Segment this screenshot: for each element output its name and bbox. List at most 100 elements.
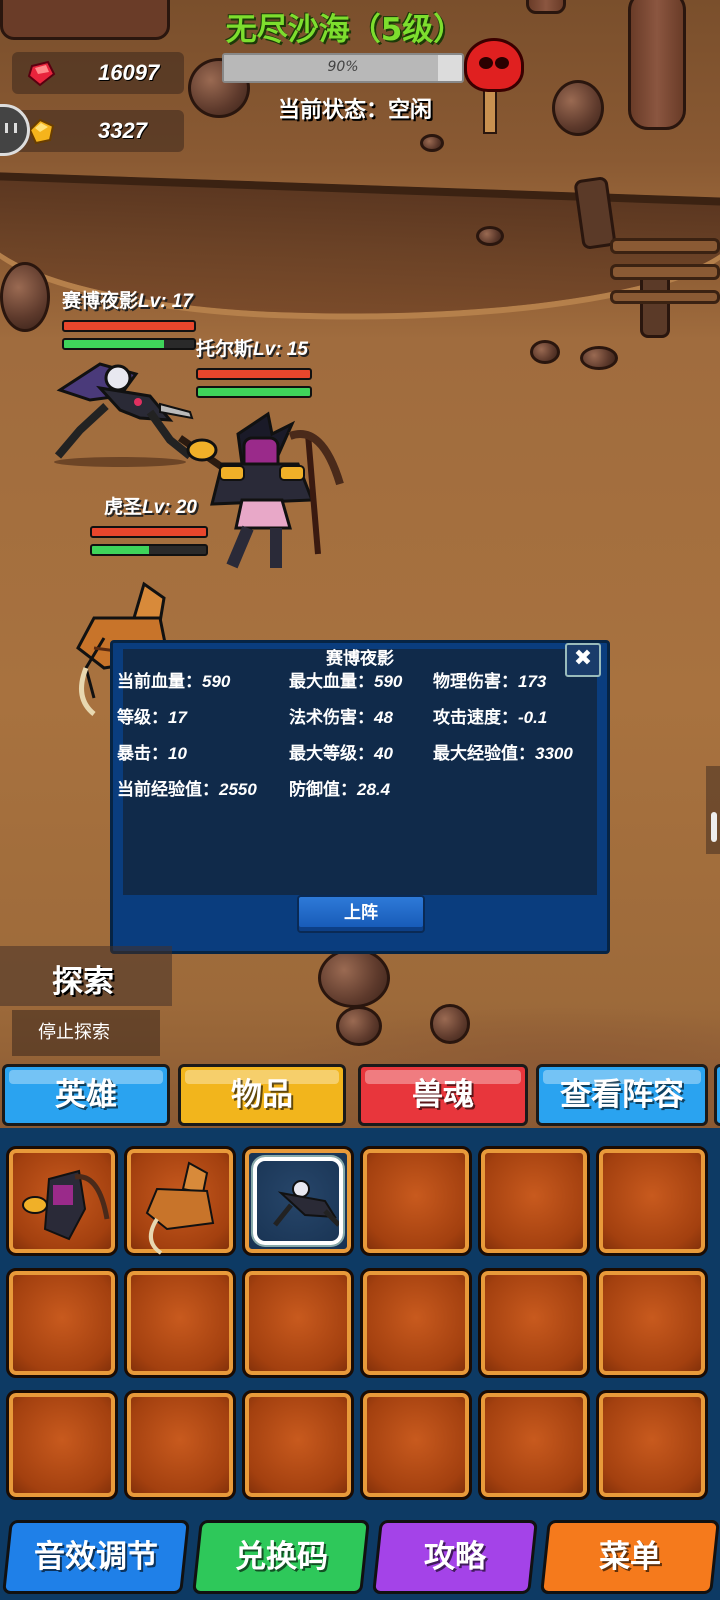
pebble xyxy=(530,340,560,364)
inventory-slot-empty[interactable] xyxy=(242,1390,354,1500)
inventory-slot-empty[interactable] xyxy=(478,1268,590,1378)
hero-info-dialog: 赛博夜影 ✖ 当前血量：590 最大血量：590 物理伤害：173 等级：17 … xyxy=(110,640,610,954)
face-icon xyxy=(5,123,17,133)
gold-crystal-icon xyxy=(28,118,55,145)
button-label: 兑换码 xyxy=(234,1539,328,1575)
inventory-slot-empty[interactable] xyxy=(124,1268,236,1378)
hero-level: Lv: 17 xyxy=(138,291,193,312)
stat-current-exp: 当前经验值：2550 xyxy=(117,775,257,800)
red-gem-icon xyxy=(27,60,56,87)
hero-xp-bar xyxy=(196,386,312,398)
hero-xp-bar xyxy=(90,544,208,556)
slot-hero-cyber-nightshade-portrait[interactable] xyxy=(242,1146,354,1256)
stone-pillar xyxy=(526,0,566,14)
rock xyxy=(318,948,390,1008)
stat-level: 等级：17 xyxy=(117,703,187,728)
cliff-wall xyxy=(0,0,170,40)
stat-magic-damage: 法术伤害：48 xyxy=(289,703,393,728)
stat-max-exp: 最大经验值：3300 xyxy=(433,739,573,764)
gold-value: 3327 xyxy=(98,118,147,143)
tab-items[interactable]: 物品 xyxy=(178,1064,346,1126)
button-label: 攻略 xyxy=(424,1539,486,1575)
button-label: 菜单 xyxy=(599,1539,661,1575)
stat-label: 防御值： xyxy=(289,780,357,800)
inventory-slot-empty[interactable] xyxy=(478,1390,590,1500)
inventory-slot-empty[interactable] xyxy=(596,1146,708,1256)
inventory-slot-empty[interactable] xyxy=(242,1268,354,1378)
menu-button[interactable]: 菜单 xyxy=(540,1520,720,1594)
stat-physical-damage: 物理伤害：173 xyxy=(433,667,546,692)
stone-pillar xyxy=(628,0,686,130)
hero-hp-bar xyxy=(62,320,196,332)
fence-rail xyxy=(610,238,720,254)
thors-sprite[interactable] xyxy=(172,404,352,584)
current-status: 当前状态：空闲 xyxy=(277,98,432,123)
side-menu-button[interactable] xyxy=(0,104,30,156)
tab-overflow[interactable] xyxy=(714,1064,720,1126)
tab-label: 查看阵容 xyxy=(560,1077,684,1113)
inventory-slot-empty[interactable] xyxy=(478,1146,590,1256)
inventory-slot-empty[interactable] xyxy=(6,1390,118,1500)
explore-title: 探索 xyxy=(52,964,114,1000)
stat-label: 攻击速度： xyxy=(433,708,518,728)
stat-value: 40 xyxy=(374,744,393,763)
rock xyxy=(552,80,604,136)
rock xyxy=(430,1004,470,1044)
stat-value: 10 xyxy=(168,744,187,763)
hero-name: 虎圣 xyxy=(104,496,143,518)
xp-fill xyxy=(64,340,165,348)
stat-max-hp: 最大血量：590 xyxy=(289,667,402,692)
slot-hero-tiger-saint-portrait[interactable] xyxy=(124,1146,236,1256)
hero-hp-bar xyxy=(90,526,208,538)
rock xyxy=(336,1006,382,1046)
hero-name: 赛博夜影 xyxy=(62,290,139,312)
button-label: 音效调节 xyxy=(34,1539,158,1575)
boss-skull-icon[interactable] xyxy=(464,38,524,92)
close-button[interactable]: ✖ xyxy=(565,643,601,677)
close-icon: ✖ xyxy=(573,646,593,671)
inventory-slot-empty[interactable] xyxy=(596,1390,708,1500)
guide-button[interactable]: 攻略 xyxy=(372,1520,538,1594)
stat-label: 最大等级： xyxy=(289,744,374,764)
deploy-button[interactable]: 上阵 xyxy=(297,895,425,933)
tab-view-lineup[interactable]: 查看阵容 xyxy=(536,1064,708,1126)
right-side-scroll-tab[interactable] xyxy=(706,766,720,854)
stat-value: 173 xyxy=(518,672,547,691)
stat-attack-speed: 攻击速度：-0.1 xyxy=(433,703,547,728)
stat-value: 590 xyxy=(374,672,403,691)
tab-label: 兽魂 xyxy=(412,1077,474,1113)
stat-label: 当前血量： xyxy=(117,672,202,692)
sound-settings-button[interactable]: 音效调节 xyxy=(2,1520,190,1594)
inventory-slot-empty[interactable] xyxy=(360,1390,472,1500)
inventory-slot-empty[interactable] xyxy=(360,1146,472,1256)
stat-label: 当前经验值： xyxy=(117,780,219,800)
tab-beast-soul[interactable]: 兽魂 xyxy=(358,1064,528,1126)
inventory-slot-empty[interactable] xyxy=(6,1268,118,1378)
stat-value: 590 xyxy=(202,672,231,691)
dialog-title: 赛博夜影 xyxy=(326,649,394,669)
progress-label: 90% xyxy=(327,59,359,75)
stat-max-level: 最大等级：40 xyxy=(289,739,393,764)
stop-explore-button[interactable]: 停止探索 xyxy=(12,1010,160,1056)
fence-rail xyxy=(610,290,720,304)
hp-fill xyxy=(198,370,310,378)
slot-hero-thors-portrait[interactable] xyxy=(6,1146,118,1256)
xp-fill xyxy=(198,388,310,396)
redeem-code-button[interactable]: 兑换码 xyxy=(192,1520,370,1594)
hero-name: 托尔斯 xyxy=(196,338,254,360)
inventory-slot-empty[interactable] xyxy=(596,1268,708,1378)
stat-label: 暴击： xyxy=(117,744,168,764)
stat-value: 2550 xyxy=(219,780,257,799)
inventory-slot-empty[interactable] xyxy=(360,1268,472,1378)
stat-value: 28.4 xyxy=(357,780,391,799)
stat-current-hp: 当前血量：590 xyxy=(117,667,230,692)
tab-label: 物品 xyxy=(231,1077,293,1113)
tab-heroes[interactable]: 英雄 xyxy=(2,1064,170,1126)
stat-crit: 暴击：10 xyxy=(117,739,187,764)
stat-label: 最大血量： xyxy=(289,672,374,692)
inventory-slot-empty[interactable] xyxy=(124,1390,236,1500)
xp-fill xyxy=(92,546,149,554)
stat-value: 48 xyxy=(374,708,393,727)
stat-label: 物理伤害： xyxy=(433,672,518,692)
stage-progress-bar: 90% xyxy=(222,53,464,83)
